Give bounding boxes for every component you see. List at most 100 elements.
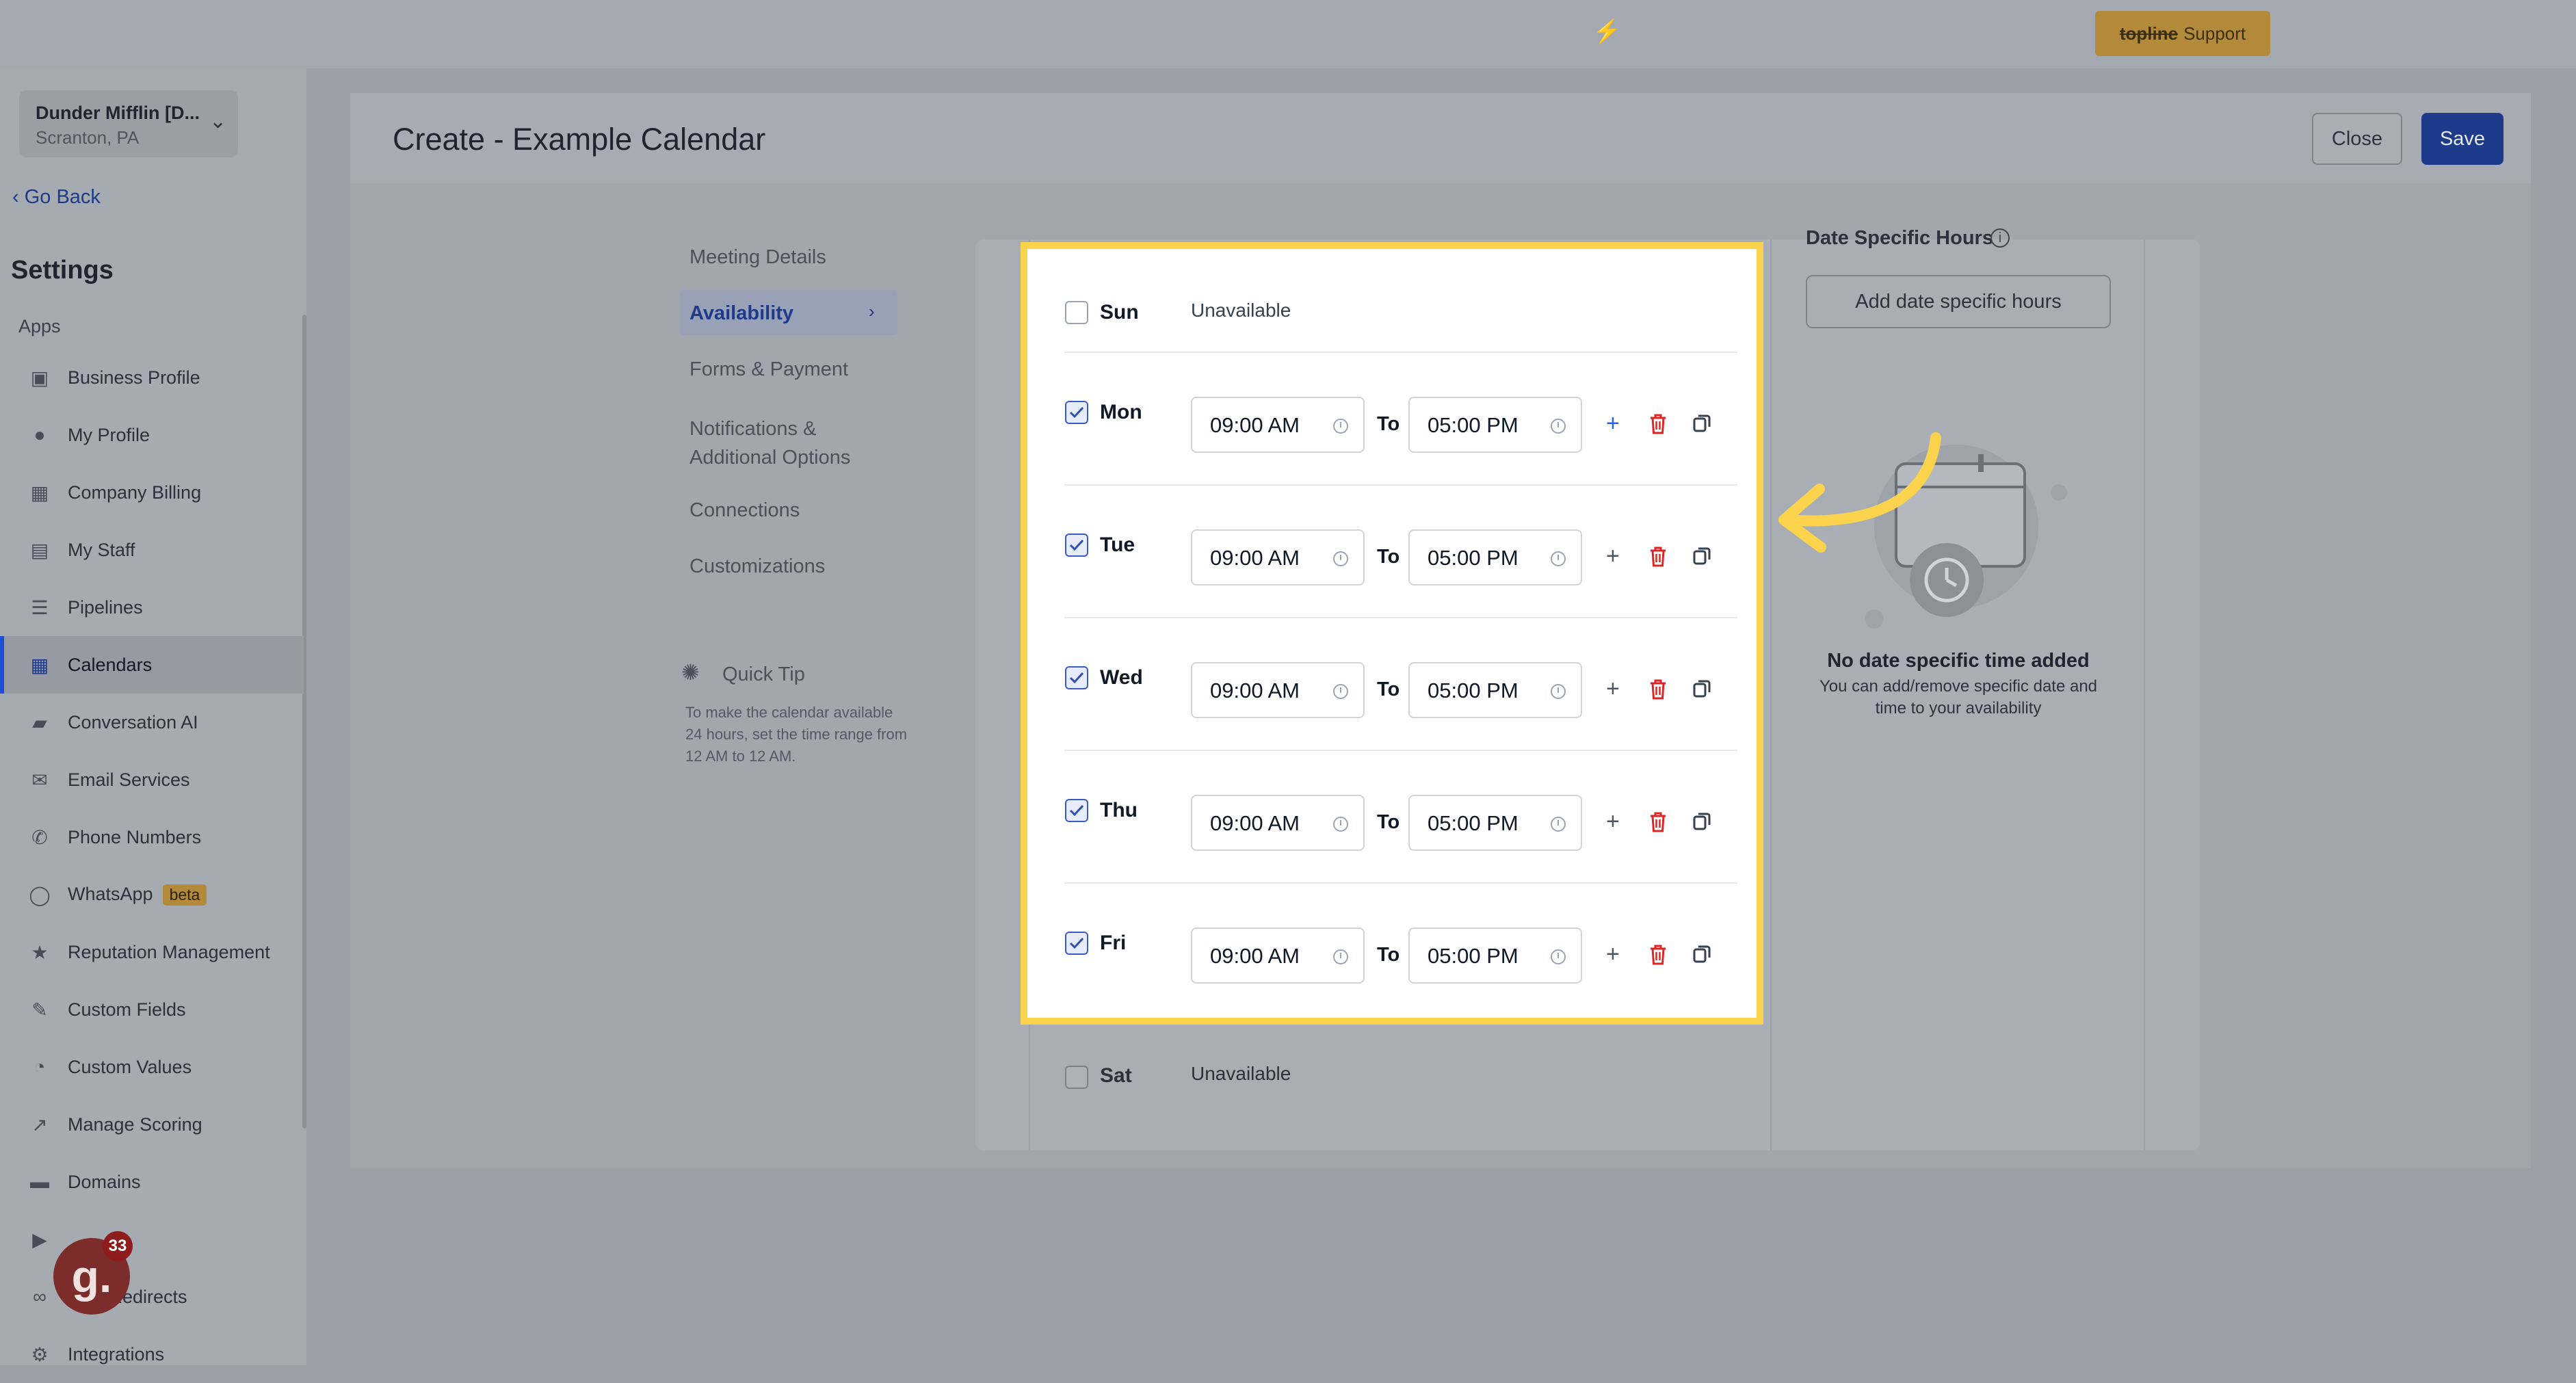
sidebar-item-reputation-management[interactable]: ★ Reputation Management xyxy=(0,923,304,981)
location-name: Dunder Mifflin [D... xyxy=(36,103,200,123)
save-button[interactable]: Save xyxy=(2421,113,2503,165)
close-button[interactable]: Close xyxy=(2312,113,2402,165)
sidebar-item-pipelines[interactable]: ☰ Pipelines xyxy=(0,579,304,636)
row-divider xyxy=(1064,484,1737,486)
start-time-input-tue[interactable]: 09:00 AM xyxy=(1191,529,1365,585)
start-time-input-thu[interactable]: 09:00 AM xyxy=(1191,795,1365,851)
copy-icon xyxy=(1693,945,1711,963)
sidebar-item-url-redirects[interactable]: ∞ URL Redirects xyxy=(0,1268,304,1326)
start-time-value: 09:00 AM xyxy=(1210,679,1300,702)
day-label: Sat xyxy=(1100,1064,1132,1087)
end-time-input-mon[interactable]: 05:00 PM xyxy=(1408,397,1582,453)
copy-slot-button-wed[interactable] xyxy=(1692,679,1711,699)
row-divider xyxy=(1064,617,1737,618)
highlight-arrow xyxy=(1778,432,1941,553)
start-time-input-mon[interactable]: 09:00 AM xyxy=(1191,397,1365,453)
sidebar-item-business-profile[interactable]: ▣ Business Profile xyxy=(0,349,304,406)
check-icon xyxy=(1069,406,1084,419)
add-slot-button-tue[interactable]: + xyxy=(1606,544,1620,568)
start-time-input-fri[interactable]: 09:00 AM xyxy=(1191,927,1365,984)
calendar-icon: ▦ xyxy=(30,654,49,676)
video-icon: ▶ xyxy=(32,1228,47,1250)
day-checkbox-tue[interactable] xyxy=(1065,534,1088,557)
day-label: Wed xyxy=(1100,666,1143,689)
sidebar-item-phone-numbers[interactable]: ✆ Phone Numbers xyxy=(0,808,304,866)
location-switcher[interactable]: Dunder Mifflin [D... Scranton, PA ⌄ xyxy=(19,90,238,157)
copy-icon xyxy=(1693,414,1711,432)
clock-icon xyxy=(1551,949,1566,964)
add-slot-button-thu[interactable]: + xyxy=(1606,810,1620,833)
sidebar-item-manage-scoring[interactable]: ↗ Manage Scoring xyxy=(0,1096,304,1153)
sidebar-item-domains[interactable]: ▬ Domains xyxy=(0,1153,304,1211)
staff-icon: ▤ xyxy=(30,539,49,561)
copy-icon xyxy=(1693,813,1711,830)
tab-connections[interactable]: Connections xyxy=(689,499,800,522)
tab-meeting-details[interactable]: Meeting Details xyxy=(689,246,826,269)
go-back-link[interactable]: ‹ Go Back xyxy=(12,186,101,209)
sidebar-item-media[interactable]: ▶ xyxy=(0,1211,304,1268)
delete-slot-button-fri[interactable] xyxy=(1648,944,1668,966)
start-time-input-wed[interactable]: 09:00 AM xyxy=(1191,662,1365,718)
empty-state-title: No date specific time added xyxy=(1827,650,2090,672)
end-time-input-wed[interactable]: 05:00 PM xyxy=(1408,662,1582,718)
support-button[interactable]: topline Support xyxy=(2095,11,2270,56)
add-slot-button-wed[interactable]: + xyxy=(1606,677,1620,700)
end-time-input-tue[interactable]: 05:00 PM xyxy=(1408,529,1582,585)
fields-icon: ✎ xyxy=(31,999,48,1020)
integrations-icon: ⚙ xyxy=(31,1343,49,1365)
copy-slot-button-thu[interactable] xyxy=(1692,811,1711,832)
day-checkbox-sun[interactable] xyxy=(1065,301,1088,324)
sidebar-item-custom-values[interactable]: ◔ Custom Values xyxy=(0,1038,304,1096)
tab-availability[interactable]: Availability xyxy=(689,302,793,325)
sidebar-item-custom-fields[interactable]: ✎ Custom Fields xyxy=(0,981,304,1038)
day-label: Mon xyxy=(1100,401,1142,423)
briefcase-icon: ▣ xyxy=(30,367,49,388)
end-time-input-thu[interactable]: 05:00 PM xyxy=(1408,795,1582,851)
day-checkbox-fri[interactable] xyxy=(1065,932,1088,955)
empty-state-text: You can add/remove specific date and tim… xyxy=(1819,677,2098,717)
clock-icon xyxy=(1333,419,1348,434)
start-time-value: 09:00 AM xyxy=(1210,413,1300,437)
delete-slot-button-wed[interactable] xyxy=(1648,679,1668,700)
sidebar-item-company-billing[interactable]: ▦ Company Billing xyxy=(0,464,304,521)
day-checkbox-sat[interactable] xyxy=(1065,1066,1088,1089)
tab-forms-payment[interactable]: Forms & Payment xyxy=(689,358,848,381)
delete-slot-button-mon[interactable] xyxy=(1648,413,1668,435)
sidebar-item-calendars[interactable]: ▦ Calendars xyxy=(0,636,304,694)
info-icon[interactable]: i xyxy=(1990,228,2010,248)
check-icon xyxy=(1069,672,1084,684)
tab-customizations[interactable]: Customizations xyxy=(689,555,825,578)
start-time-value: 09:00 AM xyxy=(1210,546,1300,570)
sidebar-item-my-staff[interactable]: ▤ My Staff xyxy=(0,521,304,579)
day-checkbox-thu[interactable] xyxy=(1065,799,1088,822)
day-checkbox-wed[interactable] xyxy=(1065,666,1088,689)
page-title: Create - Example Calendar xyxy=(393,122,766,157)
copy-slot-button-mon[interactable] xyxy=(1692,413,1711,434)
sidebar-item-integrations[interactable]: ⚙ Integrations xyxy=(0,1326,304,1383)
sidebar-item-email-services[interactable]: ✉ Email Services xyxy=(0,751,304,808)
plus-icon: + xyxy=(1606,941,1620,967)
copy-slot-button-tue[interactable] xyxy=(1692,546,1711,566)
end-time-value: 05:00 PM xyxy=(1428,413,1519,437)
end-time-value: 05:00 PM xyxy=(1428,944,1519,968)
clock-icon xyxy=(1551,419,1566,434)
sidebar-item-my-profile[interactable]: ● My Profile xyxy=(0,406,304,464)
go-back-label: Go Back xyxy=(24,186,101,208)
tab-notifications[interactable]: Notifications & Additional Options xyxy=(689,414,881,472)
start-time-value: 09:00 AM xyxy=(1210,811,1300,835)
sidebar-item-conversation-ai[interactable]: ▰ Conversation AI xyxy=(0,694,304,751)
check-icon xyxy=(1069,804,1084,817)
delete-slot-button-tue[interactable] xyxy=(1648,546,1668,568)
add-slot-button-mon[interactable]: + xyxy=(1606,412,1620,435)
chevron-down-icon: ⌄ xyxy=(209,110,227,133)
lightning-icon[interactable]: ⚡ xyxy=(1592,18,1621,45)
copy-slot-button-fri[interactable] xyxy=(1692,944,1711,964)
delete-slot-button-thu[interactable] xyxy=(1648,811,1668,833)
end-time-input-fri[interactable]: 05:00 PM xyxy=(1408,927,1582,984)
add-date-specific-hours-button[interactable]: Add date specific hours xyxy=(1806,275,2111,328)
check-icon xyxy=(1069,539,1084,551)
day-checkbox-mon[interactable] xyxy=(1065,401,1088,424)
trash-icon xyxy=(1651,812,1666,832)
add-slot-button-fri[interactable]: + xyxy=(1606,943,1620,966)
sidebar-item-whatsapp[interactable]: ◯ WhatsApp beta xyxy=(0,866,304,923)
